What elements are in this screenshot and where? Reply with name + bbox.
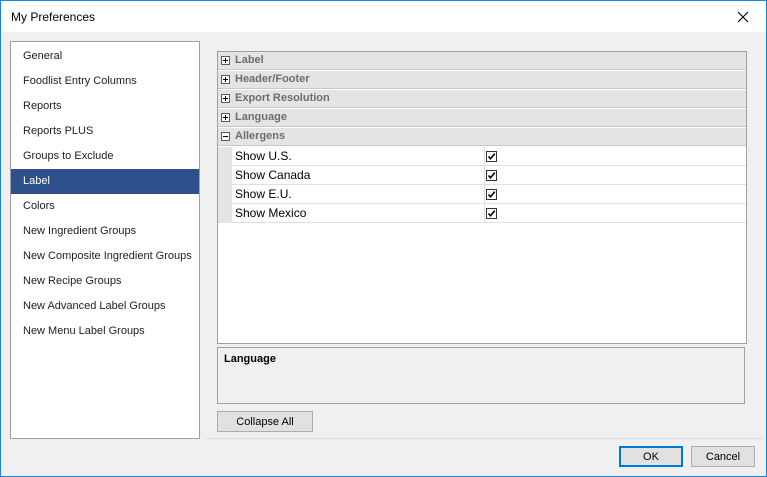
expand-icon[interactable]	[221, 56, 230, 65]
expand-icon[interactable]	[221, 75, 230, 84]
show-us-checkbox[interactable]	[486, 151, 497, 162]
preferences-window: My Preferences General Foodlist Entry Co…	[0, 0, 767, 477]
preferences-nav-list: General Foodlist Entry Columns Reports R…	[10, 41, 200, 439]
row-gutter	[218, 204, 232, 223]
nav-item-general[interactable]: General	[11, 44, 199, 69]
checkmark-icon	[487, 210, 496, 218]
category-header-footer[interactable]: Header/Footer	[218, 71, 746, 89]
property-name: Show Canada	[232, 166, 485, 185]
nav-item-new-ingredient-groups[interactable]: New Ingredient Groups	[11, 219, 199, 244]
category-language[interactable]: Language	[218, 109, 746, 127]
category-export-resolution[interactable]: Export Resolution	[218, 90, 746, 108]
property-row-show-us: Show U.S.	[218, 147, 746, 166]
row-gutter	[218, 147, 232, 166]
close-icon	[737, 11, 749, 22]
window-title: My Preferences	[11, 10, 96, 24]
ok-button[interactable]: OK	[619, 446, 683, 467]
nav-item-colors[interactable]: Colors	[11, 194, 199, 219]
row-gutter	[218, 166, 232, 185]
checkmark-icon	[487, 153, 496, 161]
checkmark-icon	[487, 172, 496, 180]
property-name: Show Mexico	[232, 204, 485, 223]
nav-item-new-menu-label-groups[interactable]: New Menu Label Groups	[11, 319, 199, 344]
collapse-icon[interactable]	[221, 132, 230, 141]
property-row-show-mexico: Show Mexico	[218, 204, 746, 223]
collapse-all-button[interactable]: Collapse All	[217, 411, 313, 432]
category-label-text: Language	[235, 111, 287, 123]
property-row-show-eu: Show E.U.	[218, 185, 746, 204]
close-button[interactable]	[720, 1, 766, 32]
cancel-button[interactable]: Cancel	[691, 446, 755, 467]
category-label[interactable]: Label	[218, 52, 746, 70]
expand-icon[interactable]	[221, 94, 230, 103]
category-label-text: Export Resolution	[235, 92, 330, 104]
property-name: Show E.U.	[232, 185, 485, 204]
nav-item-groups-to-exclude[interactable]: Groups to Exclude	[11, 144, 199, 169]
category-label-text: Header/Footer	[235, 73, 310, 85]
show-canada-checkbox[interactable]	[486, 170, 497, 181]
category-label-text: Label	[235, 54, 264, 66]
property-name: Show U.S.	[232, 147, 485, 166]
nav-item-new-advanced-label-groups[interactable]: New Advanced Label Groups	[11, 294, 199, 319]
category-allergens[interactable]: Allergens	[218, 128, 746, 146]
property-row-show-canada: Show Canada	[218, 166, 746, 185]
description-title: Language	[224, 353, 276, 365]
checkmark-icon	[487, 191, 496, 199]
row-gutter	[218, 185, 232, 204]
nav-item-new-composite-ingredient-groups[interactable]: New Composite Ingredient Groups	[11, 244, 199, 269]
show-eu-checkbox[interactable]	[486, 189, 497, 200]
nav-item-reports-plus[interactable]: Reports PLUS	[11, 119, 199, 144]
nav-item-label[interactable]: Label	[11, 169, 199, 194]
nav-item-new-recipe-groups[interactable]: New Recipe Groups	[11, 269, 199, 294]
title-bar: My Preferences	[1, 1, 766, 32]
nav-item-reports[interactable]: Reports	[11, 94, 199, 119]
nav-item-foodlist-entry-columns[interactable]: Foodlist Entry Columns	[11, 69, 199, 94]
expand-icon[interactable]	[221, 113, 230, 122]
show-mexico-checkbox[interactable]	[486, 208, 497, 219]
property-grid: Label Header/Footer Export Resolution La…	[217, 51, 747, 344]
footer-divider	[206, 438, 764, 439]
category-label-text: Allergens	[235, 130, 286, 142]
description-panel: Language	[217, 347, 745, 404]
